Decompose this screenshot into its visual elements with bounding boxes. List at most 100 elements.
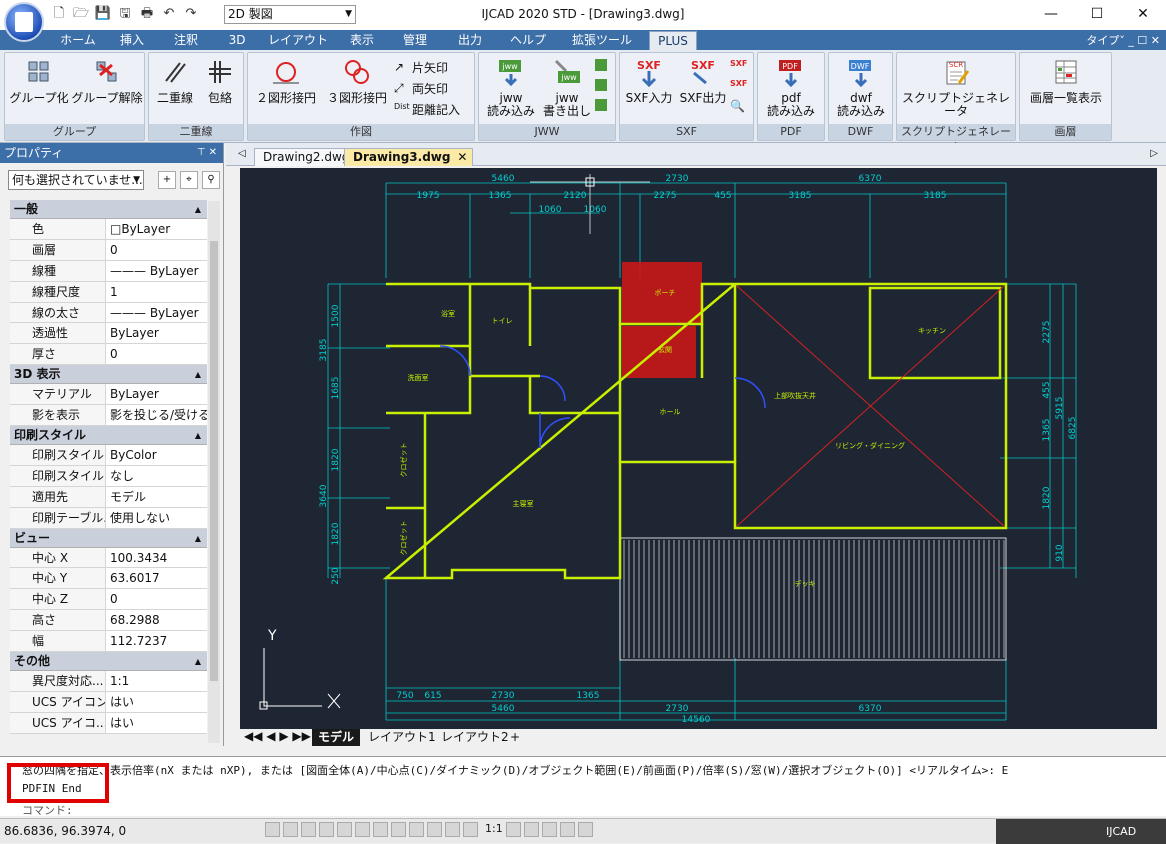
quick-select-button[interactable]: ⚲	[202, 171, 220, 189]
scrollbar-thumb[interactable]	[210, 241, 218, 681]
doc-tab-drawing3[interactable]: Drawing3.dwg ✕	[344, 148, 474, 166]
property-row[interactable]: 印刷テーブル...使用しない	[10, 507, 207, 529]
envelope-button[interactable]: 包絡	[199, 57, 241, 105]
property-category[interactable]: 3D 表示 ▲	[10, 365, 207, 385]
collapse-icon[interactable]: ▲	[195, 426, 201, 445]
snap-grid-icon[interactable]	[265, 822, 280, 837]
property-row[interactable]: 幅 112.7237	[10, 631, 207, 653]
transparency-icon[interactable]	[427, 822, 442, 837]
property-row[interactable]: マテリアル ByLayer	[10, 384, 207, 406]
close-button[interactable]: ✕	[1120, 0, 1166, 30]
property-row[interactable]: 中心 Z0	[10, 589, 207, 611]
application-menu-button[interactable]	[4, 2, 44, 42]
property-category[interactable]: ビュー ▲	[10, 528, 207, 548]
workspace-icon[interactable]	[541, 822, 557, 837]
tab-home[interactable]: ホーム	[55, 31, 101, 50]
ribbon-type-controls[interactable]: タイプ˅ _ ☐ ✕	[1086, 32, 1160, 48]
close-tab-icon[interactable]: ✕	[457, 149, 467, 165]
toggle-pickadd-button[interactable]: +	[158, 171, 176, 189]
property-row[interactable]: 印刷スタイル ByColor	[10, 445, 207, 466]
property-row[interactable]: 適用先 モデル	[10, 486, 207, 508]
select-objects-button[interactable]: ⌖	[180, 171, 198, 189]
property-value[interactable]: 0	[106, 344, 207, 364]
double-line-button[interactable]: 二重線	[152, 57, 198, 105]
property-row[interactable]: 線種 ——— ByLayer	[10, 260, 207, 282]
property-value[interactable]: なし	[106, 466, 207, 486]
command-line[interactable]: 窓の四隅を指定、表示倍率(nX または nXP), または [図面全体(A)/中…	[0, 756, 1166, 818]
auto-scale-icon[interactable]	[523, 822, 539, 837]
drawing-canvas[interactable]: 5460 2730 6370 1975 1365 2120 2275 455 3185 3185…	[240, 168, 1157, 730]
property-value[interactable]: ByLayer	[106, 323, 207, 343]
property-value[interactable]: 1	[106, 282, 207, 302]
property-row[interactable]: 線種尺度 1	[10, 281, 207, 303]
property-row[interactable]: 画層 0	[10, 239, 207, 261]
property-category[interactable]: その他 ▲	[10, 652, 207, 672]
tab-layout1[interactable]: レイアウト1	[362, 729, 442, 746]
property-value[interactable]: 63.6017	[106, 568, 207, 588]
osnap-icon[interactable]	[337, 822, 352, 837]
group-ungroup-button[interactable]: グループ解除	[71, 57, 143, 105]
tab-scroll-left-icon[interactable]: ◁	[238, 148, 246, 159]
pdf-import-button[interactable]: PDF pdf 読み込み	[761, 57, 821, 118]
property-value[interactable]: モデル	[106, 487, 207, 507]
property-value[interactable]: 影を投じる/受ける	[106, 405, 207, 425]
grid-icon[interactable]	[283, 822, 298, 837]
tab-help[interactable]: ヘルプ	[503, 31, 553, 50]
polar-icon[interactable]	[319, 822, 334, 837]
lock-icon[interactable]	[559, 822, 575, 837]
add-layout-button[interactable]: +	[504, 729, 526, 746]
distance-note-button[interactable]: Dist 距離記入	[394, 101, 460, 118]
tab-manage[interactable]: 管理	[395, 31, 435, 50]
property-row[interactable]: 印刷スタイル ...なし	[10, 465, 207, 487]
property-row[interactable]: 透過性 ByLayer	[10, 323, 207, 345]
jww-option-1[interactable]	[595, 59, 607, 71]
doc-tab-drawing2[interactable]: Drawing2.dwg	[254, 148, 359, 166]
selection-dropdown[interactable]: 何も選択されていませ... ▼	[8, 170, 144, 190]
property-value[interactable]: ——— ByLayer	[106, 303, 207, 323]
jww-export-button[interactable]: jww jww 書き出し	[539, 57, 595, 118]
property-row[interactable]: 色 □ByLayer	[10, 219, 207, 240]
property-row[interactable]: UCS アイコ... はい	[10, 712, 207, 734]
command-prompt[interactable]: コマンド:	[22, 802, 73, 818]
property-value[interactable]: ByLayer	[106, 384, 207, 404]
property-value[interactable]: 1:1	[106, 671, 207, 691]
property-value[interactable]: □ByLayer	[106, 219, 207, 239]
ortho-icon[interactable]	[301, 822, 316, 837]
pin-close-icon[interactable]: ⊤ ✕	[197, 143, 217, 163]
property-value[interactable]: ——— ByLayer	[106, 261, 207, 281]
tab-view[interactable]: 表示	[342, 31, 382, 50]
maximize-button[interactable]: ☐	[1074, 0, 1120, 30]
property-value[interactable]: はい	[106, 692, 207, 712]
sxf-option-3[interactable]: 🔍	[730, 99, 746, 115]
sxf-option-2[interactable]: SXF	[730, 79, 747, 88]
tab-extensions[interactable]: 拡張ツール	[567, 31, 637, 50]
collapse-icon[interactable]: ▲	[195, 652, 201, 671]
sxf-export-button[interactable]: SXF SXF出力	[676, 57, 730, 105]
selection-cycle-icon[interactable]	[463, 822, 478, 837]
properties-scrollbar[interactable]	[208, 201, 220, 743]
tab-scroll-right-icon[interactable]: ▷	[1150, 148, 1158, 159]
script-generator-button[interactable]: SCR スクリプトジェネレータ	[899, 57, 1013, 118]
property-row[interactable]: 中心 X 100.3434	[10, 547, 207, 569]
property-value[interactable]: 0	[106, 589, 207, 609]
jww-option-2[interactable]	[595, 79, 607, 91]
collapse-icon[interactable]: ▲	[195, 200, 201, 219]
single-arrow-button[interactable]: ↗ 片矢印	[394, 59, 448, 76]
otrack-icon[interactable]	[355, 822, 370, 837]
property-value[interactable]: 0	[106, 240, 207, 260]
tab-output[interactable]: 出力	[450, 31, 490, 50]
group-create-button[interactable]: グループ化	[9, 57, 69, 105]
dwf-import-button[interactable]: DWF dwf 読み込み	[832, 57, 890, 118]
tab-model[interactable]: モデル	[312, 729, 361, 746]
property-category[interactable]: 一般 ▲	[10, 200, 207, 219]
property-row[interactable]: 厚さ 0	[10, 344, 207, 366]
property-value[interactable]: 68.2988	[106, 610, 207, 630]
hardware-accel-icon[interactable]	[577, 822, 593, 837]
ducs-icon[interactable]	[373, 822, 388, 837]
property-value[interactable]: 使用しない	[106, 508, 207, 528]
annotation-scale[interactable]: 1:1	[485, 822, 503, 837]
collapse-icon[interactable]: ▲	[195, 529, 201, 548]
property-value[interactable]: ByColor	[106, 445, 207, 465]
minimize-button[interactable]: —	[1028, 0, 1074, 30]
property-category[interactable]: 印刷スタイル ▲	[10, 426, 207, 446]
